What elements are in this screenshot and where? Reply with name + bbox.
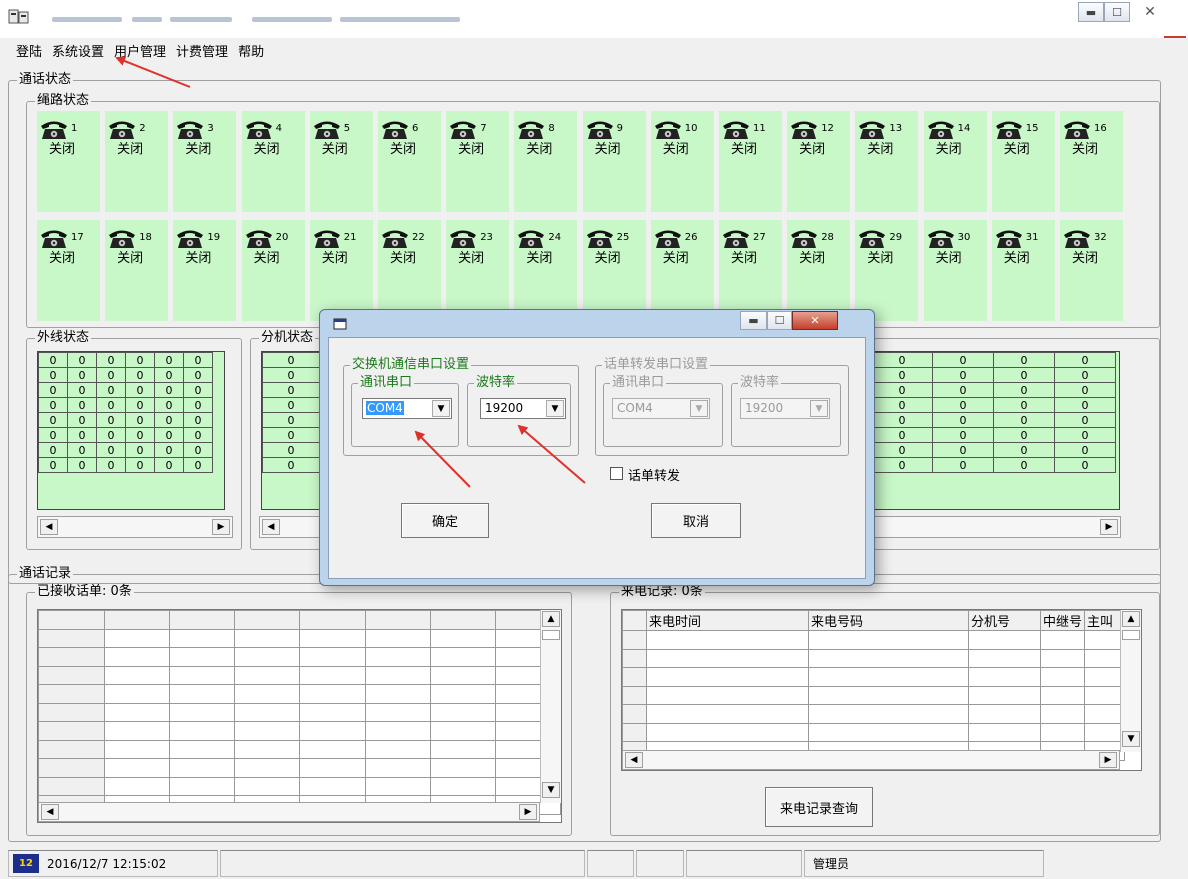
annotation-arrows bbox=[115, 56, 586, 488]
arrow-to-system-settings bbox=[115, 56, 191, 88]
arrow-to-baud-select bbox=[517, 424, 586, 484]
arrow-to-port-select bbox=[414, 430, 471, 488]
